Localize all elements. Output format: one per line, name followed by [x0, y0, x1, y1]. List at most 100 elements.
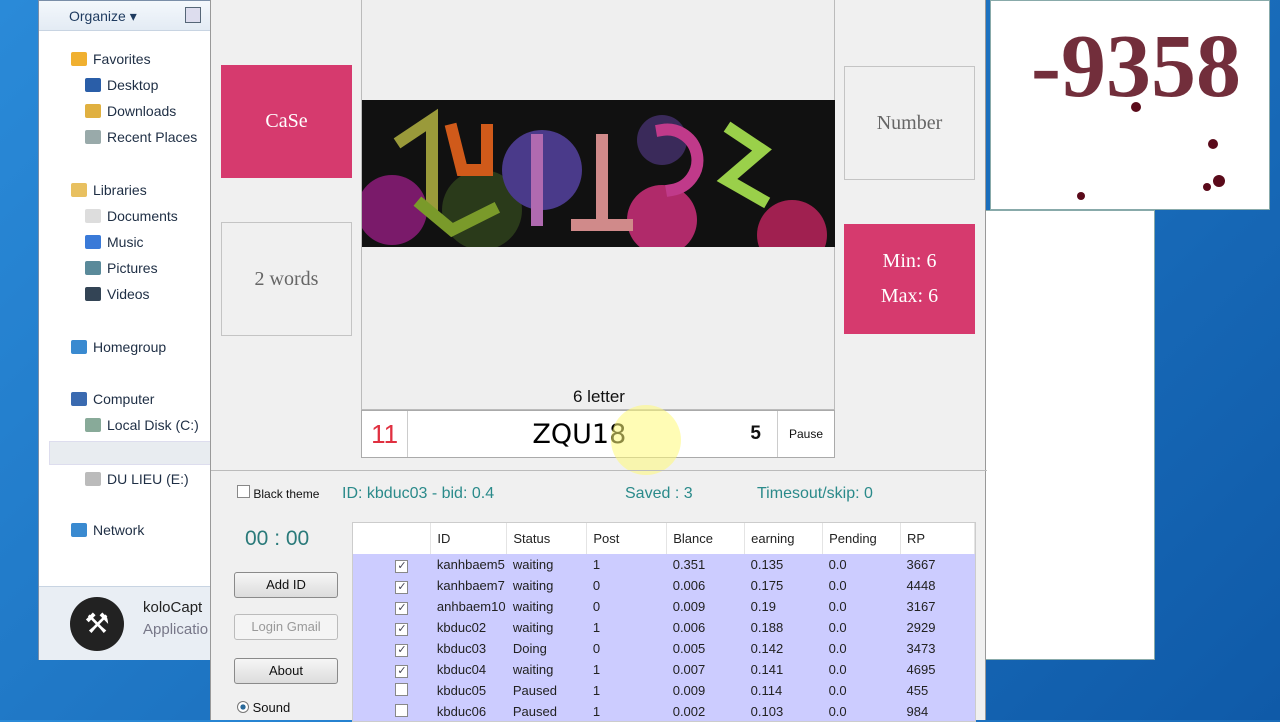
- cell-blance: 0.006: [666, 575, 745, 596]
- nav-item-desktop[interactable]: Desktop: [85, 77, 158, 93]
- nav-item-documents[interactable]: Documents: [85, 208, 178, 224]
- details-type: Applicatio: [143, 621, 209, 638]
- sound-radio[interactable]: Sound: [237, 700, 290, 715]
- cell-id: kbduc02: [430, 617, 507, 638]
- table-row[interactable]: kbduc06 Paused 1 0.002 0.103 0.0 984: [353, 701, 975, 721]
- selected-highlight: [49, 441, 211, 465]
- cell-status: Paused: [506, 701, 587, 721]
- column-header[interactable]: Post: [586, 523, 668, 554]
- row-checkbox[interactable]: ✓: [395, 664, 409, 678]
- cell-rp: 3667: [900, 554, 975, 575]
- cell-blance: 0.007: [666, 659, 745, 680]
- disk-c-icon: [85, 418, 101, 432]
- pause-button[interactable]: Pause: [777, 411, 834, 457]
- cell-rp: 2929: [900, 617, 975, 638]
- min-label: Min: 6: [882, 250, 937, 272]
- table-row[interactable]: ✓ kbduc03 Doing 0 0.005 0.142 0.0 3473: [353, 638, 975, 659]
- column-header[interactable]: RP: [900, 523, 975, 554]
- column-header[interactable]: Pending: [822, 523, 902, 554]
- cell-pending: 0.0: [822, 554, 901, 575]
- nav-item-local-disk-c[interactable]: Local Disk (C:): [85, 417, 199, 433]
- svg-text:-9358: -9358: [1031, 17, 1241, 116]
- table-row[interactable]: kbduc05 Paused 1 0.009 0.114 0.0 455: [353, 680, 975, 701]
- cell-status: waiting: [506, 617, 587, 638]
- cell-id: kbduc03: [430, 638, 507, 659]
- hammer-icon: ⚒: [70, 597, 124, 651]
- downloads-icon: [85, 104, 101, 118]
- kolocaptcha-window: CaSe 2 words Number Min: 6 Max: 6 6 lette…: [210, 0, 987, 722]
- row-checkbox[interactable]: ✓: [395, 643, 409, 657]
- row-checkbox[interactable]: ✓: [395, 580, 409, 594]
- cell-id: kanhbaem7: [430, 575, 507, 596]
- column-header[interactable]: earning: [744, 523, 824, 554]
- accounts-table: ID Status Post Blance earning Pending RP ✓ kanhb…: [352, 522, 976, 722]
- network-icon: [71, 523, 87, 537]
- add-id-button[interactable]: Add ID: [234, 572, 338, 598]
- checkbox[interactable]: [237, 485, 250, 498]
- min-max-button[interactable]: Min: 6 Max: 6: [844, 224, 975, 334]
- cell-blance: 0.351: [666, 554, 745, 575]
- case-button[interactable]: CaSe: [221, 65, 352, 178]
- nav-label: Favorites: [93, 51, 151, 67]
- file-explorer-window: Organize ▾ Favorites Desktop Downloads Rece…: [38, 0, 212, 660]
- column-header[interactable]: [353, 523, 432, 554]
- cell-rp: 455: [900, 680, 975, 701]
- about-button[interactable]: About: [234, 658, 338, 684]
- row-checkbox[interactable]: ✓: [395, 601, 409, 615]
- table-row[interactable]: ✓ kanhbaem7 waiting 0 0.006 0.175 0.0 4448: [353, 575, 975, 596]
- cell-post: 1: [586, 701, 667, 721]
- table-row[interactable]: ✓ anhbaem10 waiting 0 0.009 0.19 0.0 3167: [353, 596, 975, 617]
- row-checkbox[interactable]: [395, 682, 409, 696]
- nav-item-music[interactable]: Music: [85, 234, 144, 250]
- nav-label: Homegroup: [93, 339, 167, 355]
- nav-item-computer[interactable]: Computer: [71, 391, 154, 407]
- cell-earning: 0.141: [744, 659, 823, 680]
- cell-status: Doing: [506, 638, 587, 659]
- cell-id: kanhbaem5: [430, 554, 507, 575]
- cell-status: waiting: [506, 575, 587, 596]
- cell-rp: 4448: [900, 575, 975, 596]
- nav-label: Documents: [107, 208, 178, 224]
- number-button[interactable]: Number: [844, 66, 975, 180]
- nav-item-favorites[interactable]: Favorites: [71, 51, 151, 67]
- column-header[interactable]: Status: [506, 523, 588, 554]
- background-window: [985, 210, 1155, 660]
- videos-icon: [85, 287, 101, 301]
- layout-icon[interactable]: [185, 7, 201, 23]
- row-checkbox[interactable]: ✓: [395, 622, 409, 636]
- computer-icon: [71, 392, 87, 406]
- nav-item-pictures[interactable]: Pictures: [85, 260, 158, 276]
- table-row[interactable]: ✓ kbduc04 waiting 1 0.007 0.141 0.0 4695: [353, 659, 975, 680]
- timeout-count: Timesout/skip: 0: [757, 485, 873, 502]
- login-gmail-button[interactable]: Login Gmail: [234, 614, 338, 640]
- column-header[interactable]: Blance: [666, 523, 746, 554]
- nav-item-videos[interactable]: Videos: [85, 286, 150, 302]
- nav-item-homegroup[interactable]: Homegroup: [71, 339, 166, 355]
- id-info: ID: kbduc03 - bid: 0.4: [342, 485, 495, 502]
- two-words-button[interactable]: 2 words: [221, 222, 352, 336]
- nav-item-recent-places[interactable]: Recent Places: [85, 129, 197, 145]
- answer-input[interactable]: [408, 412, 751, 456]
- nav-label: Videos: [107, 286, 150, 302]
- radio-icon[interactable]: [237, 701, 249, 713]
- nav-item-libraries[interactable]: Libraries: [71, 182, 147, 198]
- black-theme-checkbox[interactable]: Black theme: [237, 485, 319, 501]
- column-header[interactable]: ID: [430, 523, 508, 554]
- nav-label: Network: [93, 522, 145, 538]
- remaining-count: 5: [750, 423, 761, 444]
- desktop-icon: [85, 78, 101, 92]
- cell-rp: 984: [900, 701, 975, 721]
- cell-pending: 0.0: [822, 617, 901, 638]
- row-checkbox[interactable]: ✓: [395, 559, 409, 573]
- nav-item-network[interactable]: Network: [71, 522, 144, 538]
- table-row[interactable]: ✓ kanhbaem5 waiting 1 0.351 0.135 0.0 3667: [353, 554, 975, 575]
- cell-earning: 0.135: [744, 554, 823, 575]
- cell-status: waiting: [506, 659, 587, 680]
- nav-label: Computer: [93, 391, 155, 407]
- nav-item-du-lieu-e[interactable]: DU LIEU (E:): [85, 471, 189, 487]
- nav-item-downloads[interactable]: Downloads: [85, 103, 176, 119]
- table-row[interactable]: ✓ kbduc02 waiting 1 0.006 0.188 0.0 2929: [353, 617, 975, 638]
- cell-post: 1: [586, 680, 667, 701]
- max-label: Max: 6: [880, 285, 939, 307]
- row-checkbox[interactable]: [395, 703, 409, 717]
